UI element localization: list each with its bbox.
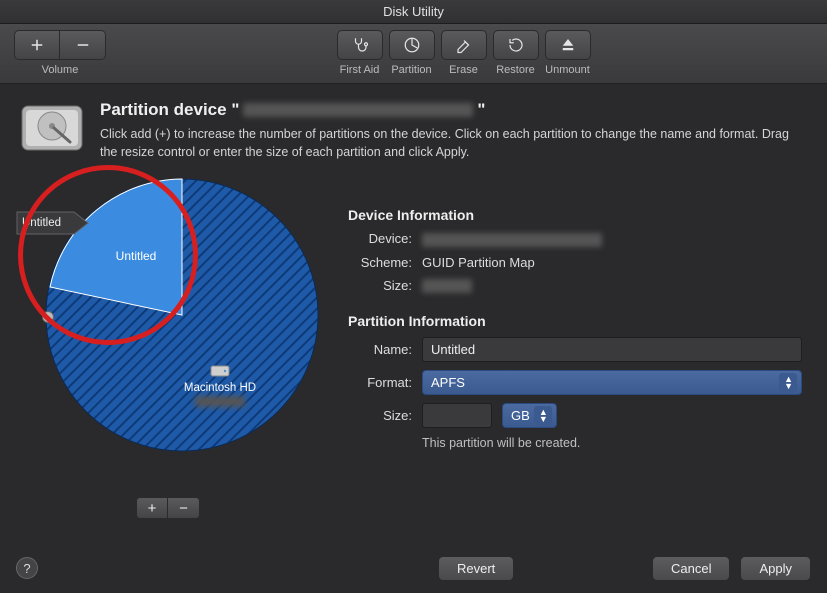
volume-remove-button[interactable] bbox=[60, 30, 106, 60]
slice-untitled-label: Untitled bbox=[96, 249, 176, 263]
toolbar-volume-label: Volume bbox=[42, 64, 79, 76]
volume-add-button[interactable] bbox=[14, 30, 60, 60]
chevron-updown-icon: ▲▼ bbox=[784, 376, 793, 390]
device-info-heading: Device Information bbox=[348, 207, 807, 223]
first-aid-button[interactable] bbox=[337, 30, 383, 60]
partition-size-input[interactable] bbox=[422, 403, 492, 428]
window-title: Disk Utility bbox=[383, 4, 444, 19]
toolbar: Volume First Aid Partition Erase Resto bbox=[0, 24, 827, 84]
size-field-label: Size: bbox=[348, 408, 412, 423]
revert-button[interactable]: Revert bbox=[438, 556, 514, 581]
eject-icon bbox=[559, 36, 577, 54]
chevron-updown-icon: ▲▼ bbox=[539, 409, 548, 423]
partition-pie-area: Untitled Untitled Macintosh HD + − bbox=[20, 175, 320, 515]
unmount-label: Unmount bbox=[545, 64, 590, 76]
plus-icon bbox=[28, 36, 46, 54]
format-field-label: Format: bbox=[348, 375, 412, 390]
partition-hint: This partition will be created. bbox=[422, 436, 807, 450]
disk-icon bbox=[210, 363, 230, 379]
toolbar-center-group: First Aid Partition Erase Restore Unmoun… bbox=[337, 30, 591, 76]
redacted-device-name bbox=[243, 103, 473, 117]
hard-drive-icon bbox=[20, 100, 84, 156]
sheet-instructions: Click add (+) to increase the number of … bbox=[100, 126, 807, 161]
sheet-title: Partition device "" bbox=[100, 100, 807, 120]
dialog-footer: ? Revert Cancel Apply bbox=[0, 543, 827, 593]
redacted-device-value bbox=[422, 233, 602, 247]
restore-label: Restore bbox=[496, 64, 535, 76]
window-titlebar: Disk Utility bbox=[0, 0, 827, 24]
apply-button[interactable]: Apply bbox=[740, 556, 811, 581]
content-area: Partition device "" Click add (+) to inc… bbox=[0, 84, 827, 543]
first-aid-label: First Aid bbox=[340, 64, 380, 76]
selected-partition-tag[interactable]: Untitled bbox=[16, 211, 90, 235]
toolbar-volume-group: Volume bbox=[14, 30, 106, 76]
erase-button[interactable] bbox=[441, 30, 487, 60]
minus-icon bbox=[74, 36, 92, 54]
redacted-slice-size bbox=[195, 396, 245, 407]
unmount-button[interactable] bbox=[545, 30, 591, 60]
partition-button[interactable] bbox=[389, 30, 435, 60]
stethoscope-icon bbox=[351, 36, 369, 54]
device-size-label: Size: bbox=[348, 278, 412, 293]
partition-info-heading: Partition Information bbox=[348, 313, 807, 329]
help-button[interactable]: ? bbox=[16, 557, 38, 579]
partition-label: Partition bbox=[391, 64, 431, 76]
erase-icon bbox=[455, 36, 473, 54]
info-area: Device Information Device: Scheme: GUID … bbox=[348, 175, 807, 515]
restore-icon bbox=[507, 36, 525, 54]
redacted-device-size bbox=[422, 279, 472, 293]
slice-macintosh-hd-label: Macintosh HD bbox=[160, 363, 280, 409]
device-label: Device: bbox=[348, 231, 412, 246]
scheme-value: GUID Partition Map bbox=[422, 255, 535, 270]
svg-text:Untitled: Untitled bbox=[22, 217, 61, 229]
restore-button[interactable] bbox=[493, 30, 539, 60]
remove-partition-button[interactable]: − bbox=[168, 497, 200, 519]
partition-format-select[interactable]: APFS ▲▼ bbox=[422, 370, 802, 395]
name-field-label: Name: bbox=[348, 342, 412, 357]
partition-name-input[interactable] bbox=[422, 337, 802, 362]
erase-label: Erase bbox=[449, 64, 478, 76]
partition-size-unit-select[interactable]: GB ▲▼ bbox=[502, 403, 557, 428]
cancel-button[interactable]: Cancel bbox=[652, 556, 730, 581]
resize-handle[interactable] bbox=[42, 311, 54, 323]
add-partition-button[interactable]: + bbox=[136, 497, 168, 519]
scheme-label: Scheme: bbox=[348, 255, 412, 270]
partition-icon bbox=[403, 36, 421, 54]
